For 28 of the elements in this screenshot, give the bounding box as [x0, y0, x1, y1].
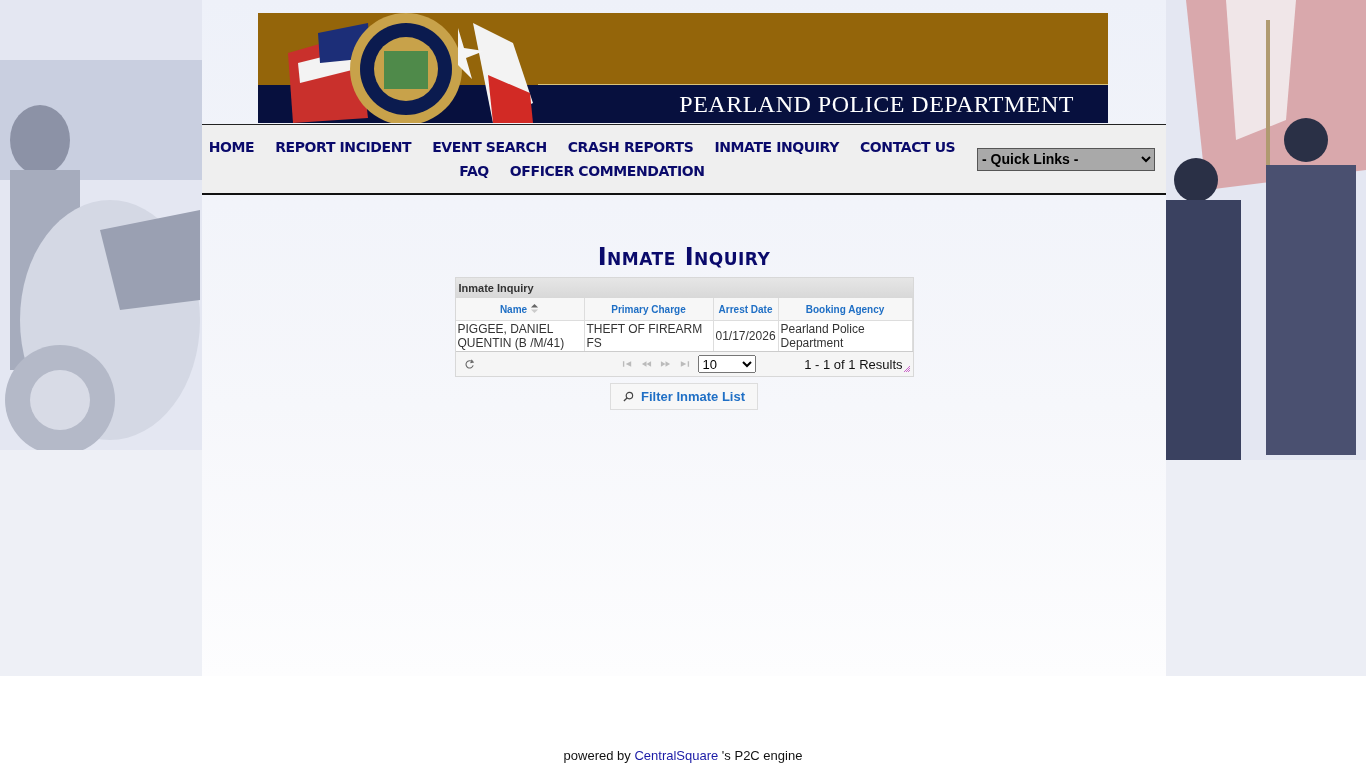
- department-title: PEARLAND POLICE DEPARTMENT: [679, 91, 1074, 118]
- column-header[interactable]: Arrest Date: [713, 298, 779, 321]
- first-page-icon[interactable]: [621, 360, 633, 368]
- previous-page-icon[interactable]: [640, 360, 652, 368]
- search-icon: [623, 391, 634, 402]
- column-header[interactable]: Name: [455, 298, 584, 321]
- resize-grip-icon[interactable]: [903, 366, 910, 372]
- page-title: Inmate Inquiry: [597, 243, 771, 271]
- refresh-icon[interactable]: [463, 358, 475, 370]
- results-summary: 1 - 1 of 1 Results: [804, 356, 903, 372]
- column-header[interactable]: Booking Agency: [778, 298, 912, 321]
- column-header[interactable]: Primary Charge: [584, 298, 713, 321]
- last-page-icon[interactable]: [678, 360, 690, 368]
- nav-link[interactable]: INMATE INQUIRY: [714, 139, 839, 155]
- quick-links-dropdown[interactable]: - Quick Links -: [977, 147, 1155, 171]
- nav-link[interactable]: OFFICER COMMENDATION: [509, 163, 705, 179]
- nav-link[interactable]: EVENT SEARCH: [432, 139, 547, 155]
- nav-link[interactable]: CONTACT US: [859, 139, 956, 155]
- footer-link[interactable]: CentralSquare: [634, 748, 719, 763]
- nav-link[interactable]: FAQ: [459, 163, 489, 179]
- nav-link[interactable]: CRASH REPORTS: [567, 139, 694, 155]
- nav-link[interactable]: REPORT INCIDENT: [275, 139, 412, 155]
- footer-text: powered by CentralSquare 's P2C engine: [563, 748, 803, 763]
- nav-link[interactable]: HOME: [208, 139, 255, 155]
- next-page-icon[interactable]: [659, 360, 671, 368]
- table-caption: Inmate Inquiry: [455, 278, 913, 298]
- page-size-dropdown[interactable]: 10: [697, 355, 756, 373]
- filter-button[interactable]: Filter Inmate List: [610, 383, 758, 410]
